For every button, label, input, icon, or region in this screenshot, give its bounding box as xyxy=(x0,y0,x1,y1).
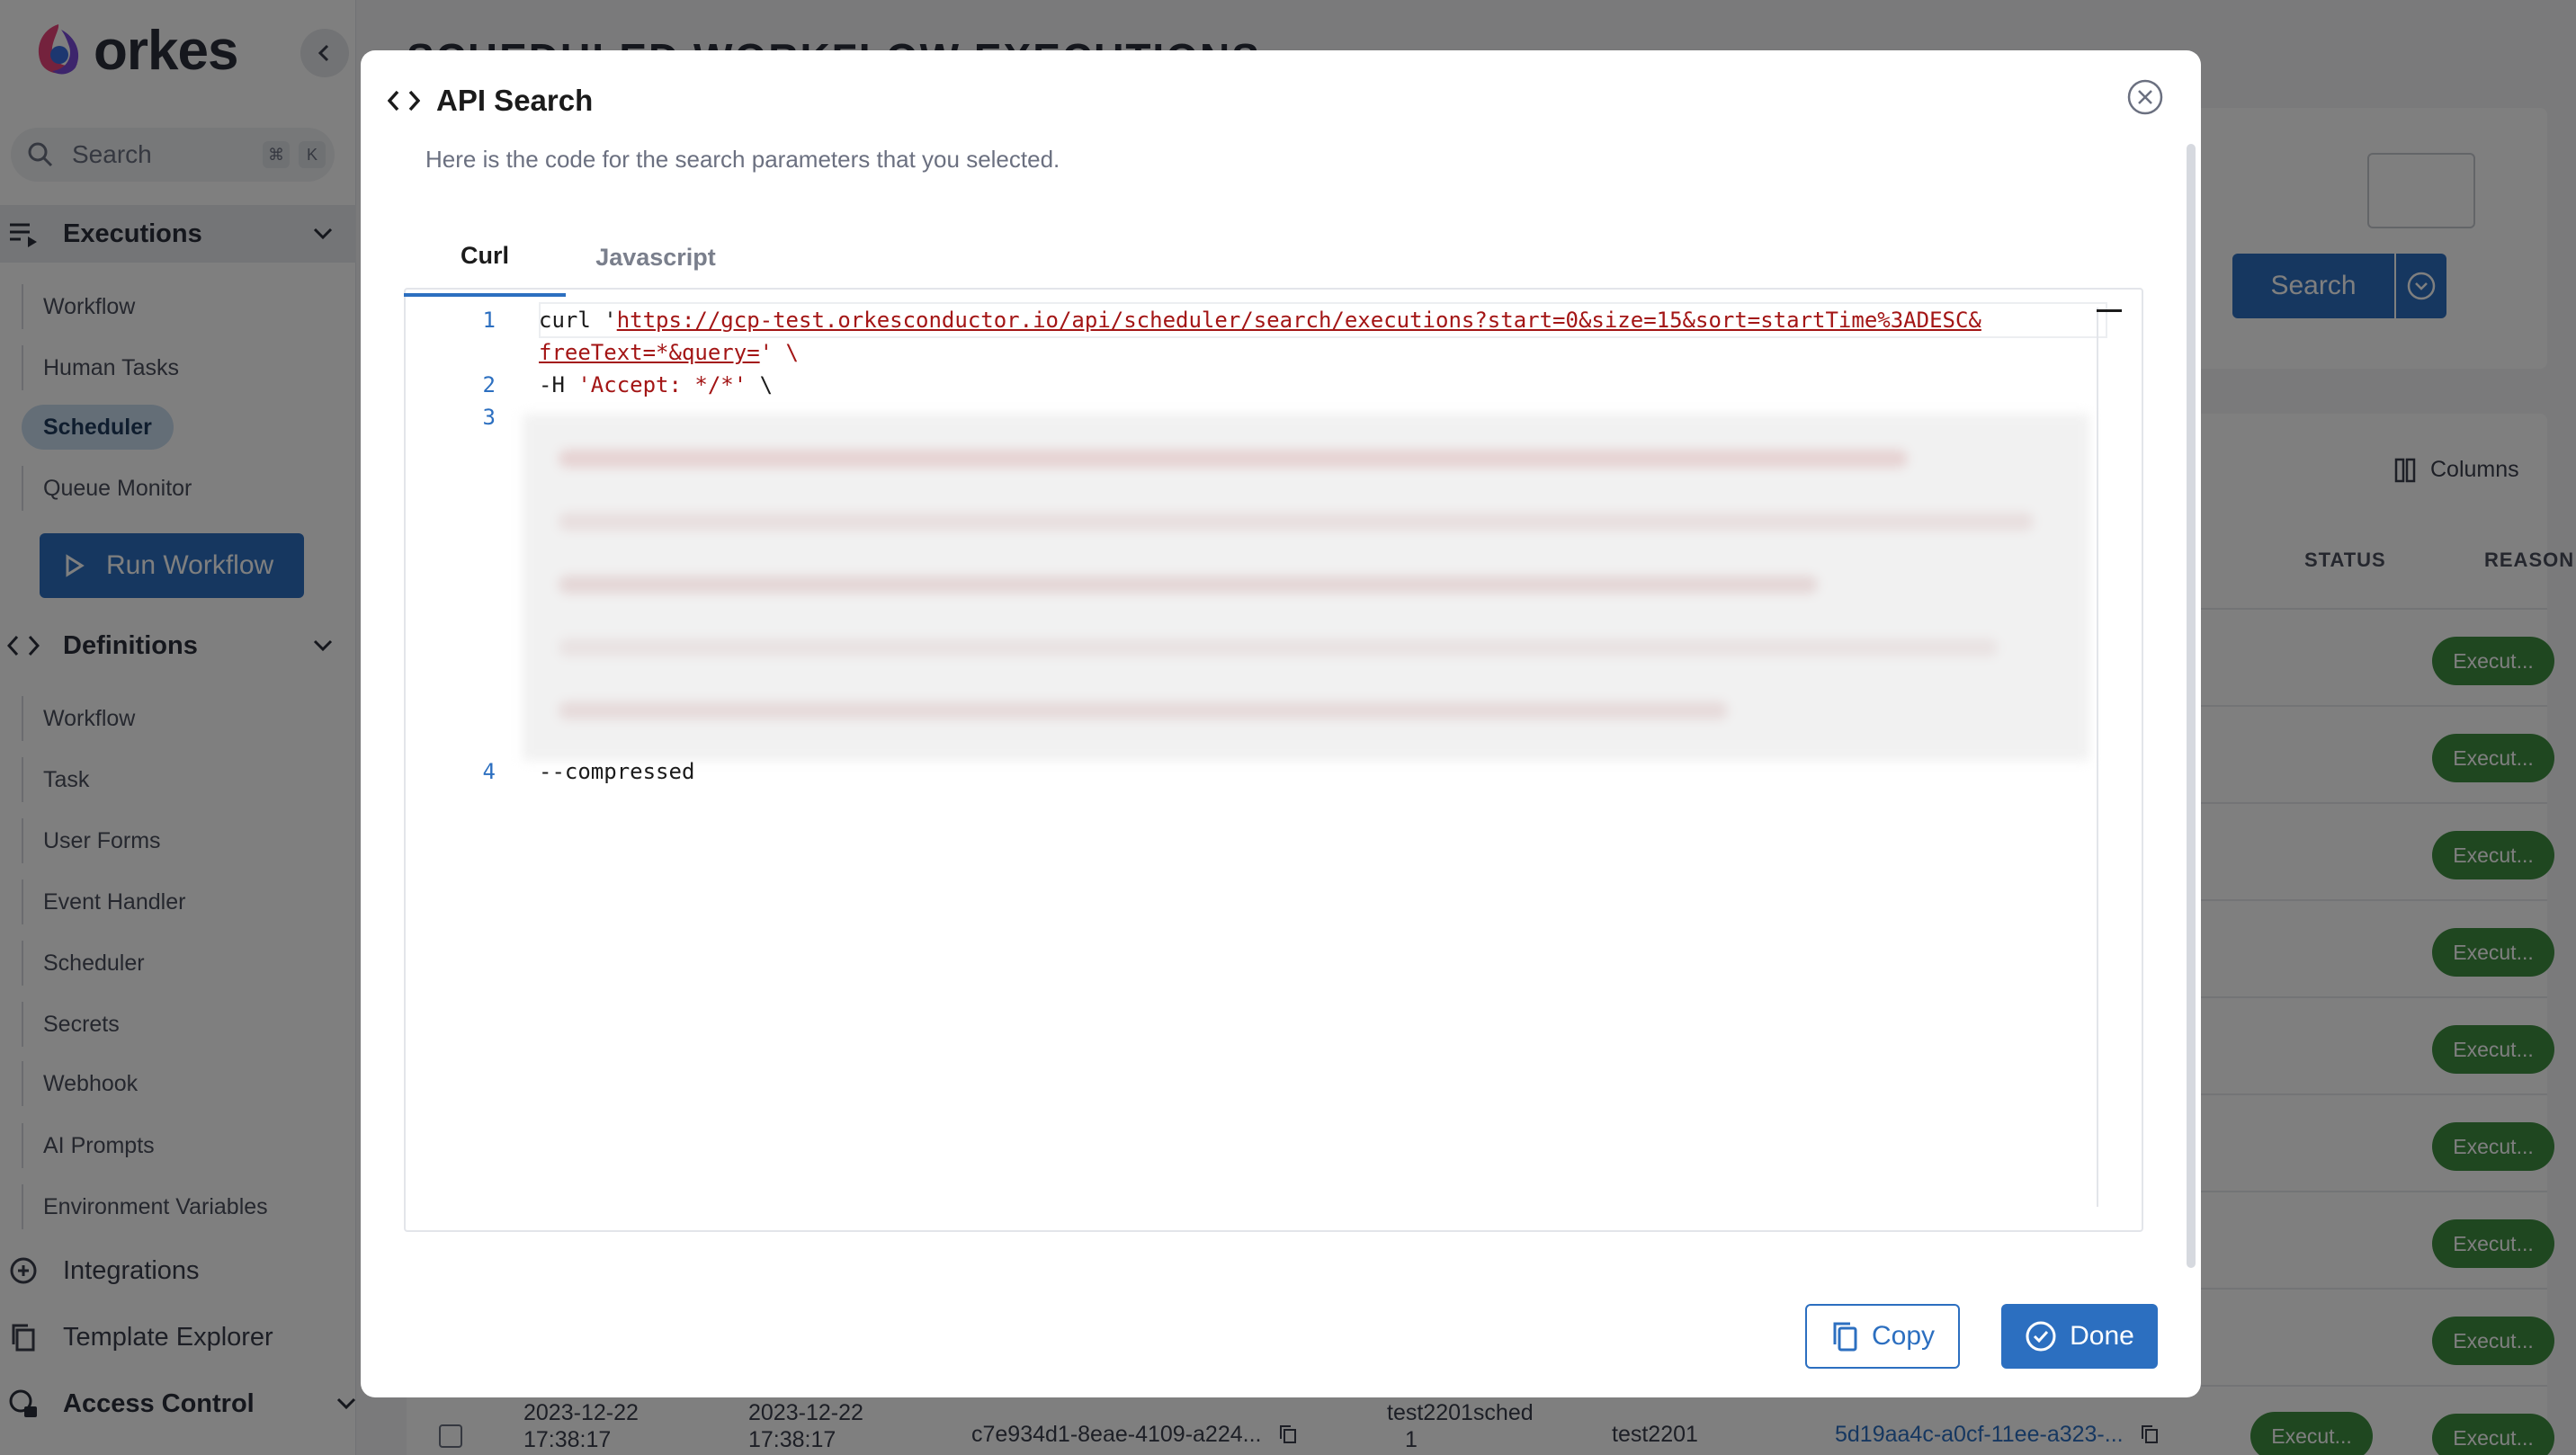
copy-label: Copy xyxy=(1871,1321,1936,1351)
redacted-code-block xyxy=(523,414,2089,761)
line-number: 1 xyxy=(482,308,496,333)
line-number: 4 xyxy=(482,759,496,784)
copy-icon xyxy=(1833,1322,1857,1352)
code-scrollbar-thumb[interactable] xyxy=(2097,309,2122,312)
dialog-subtitle: Here is the code for the search paramete… xyxy=(425,146,1060,173)
code-continuation: \ xyxy=(747,372,774,397)
tab-javascript[interactable]: Javascript xyxy=(566,218,746,297)
code-header-string: 'Accept: */*' xyxy=(577,372,747,397)
code-text: -H 'Accept: */*' \ xyxy=(539,369,773,401)
code-icon xyxy=(388,90,420,112)
check-circle-icon xyxy=(2026,1321,2056,1352)
dialog-header: API Search xyxy=(388,76,593,126)
dialog-scrollbar[interactable] xyxy=(2187,144,2196,1268)
line-number: 3 xyxy=(482,405,496,430)
close-circle-icon xyxy=(2127,79,2163,115)
code-text: --compressed xyxy=(539,759,695,784)
code-url-cont[interactable]: freeText=*&query= xyxy=(539,340,760,365)
code-editor[interactable]: 1 curl 'https://gcp-test.orkesconductor.… xyxy=(404,288,2143,1232)
dialog-title: API Search xyxy=(436,84,594,117)
code-url[interactable]: https://gcp-test.orkesconductor.io/api/s… xyxy=(617,308,1981,333)
tab-curl[interactable]: Curl xyxy=(404,218,566,297)
code-text: freeText=*&query=' \ xyxy=(539,336,799,369)
line-number: 2 xyxy=(482,372,496,397)
close-button[interactable] xyxy=(2125,77,2165,117)
code-flag: -H xyxy=(539,372,578,397)
code-curl: curl ' xyxy=(539,308,617,333)
api-search-dialog: API Search Here is the code for the sear… xyxy=(361,50,2201,1397)
code-scrollbar-track[interactable] xyxy=(2097,308,2098,1207)
code-text: curl 'https://gcp-test.orkesconductor.io… xyxy=(539,304,1981,336)
copy-button[interactable]: Copy xyxy=(1805,1304,1960,1369)
code-tabs: Curl Javascript xyxy=(404,218,2143,299)
done-label: Done xyxy=(2070,1321,2134,1351)
done-button[interactable]: Done xyxy=(2001,1304,2158,1369)
code-suffix: ' \ xyxy=(759,340,799,365)
